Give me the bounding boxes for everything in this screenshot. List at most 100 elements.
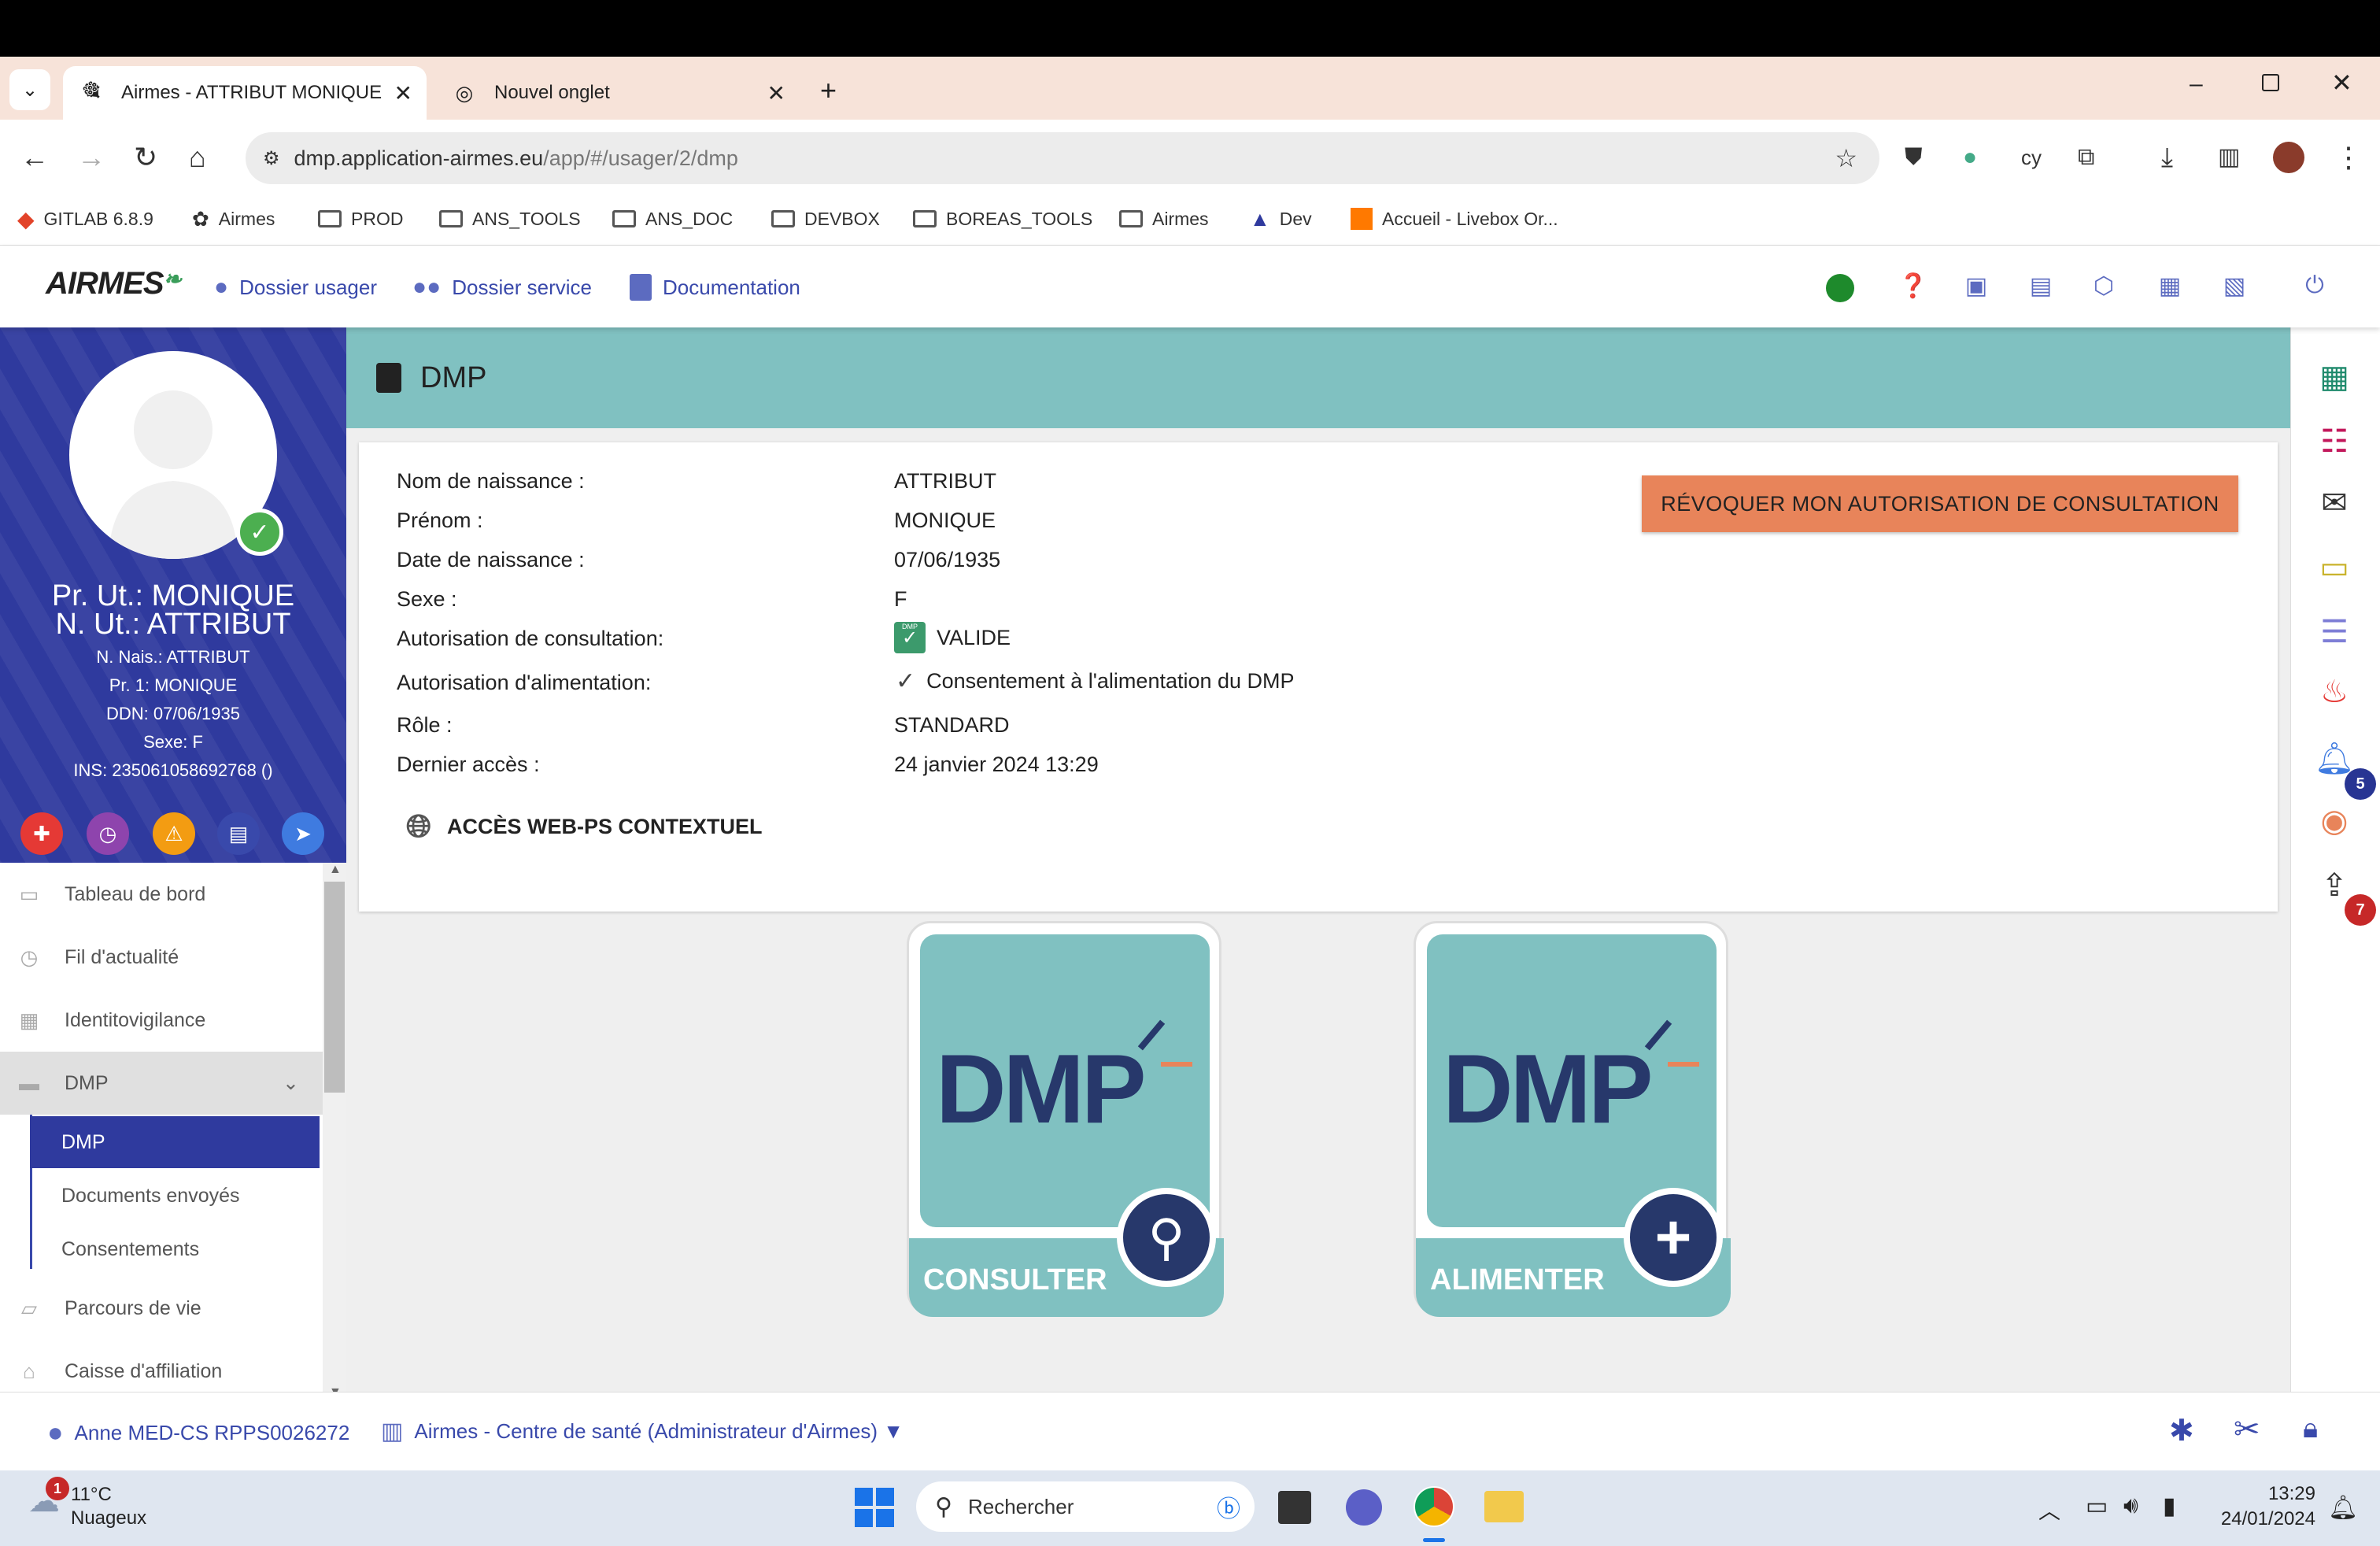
clock[interactable]: 13:29 24/01/2024 bbox=[2204, 1481, 2315, 1532]
web-ps-button[interactable]: 🌐︎ ACCÈS WEB-PS CONTEXTUEL bbox=[406, 798, 763, 855]
menu-icon[interactable]: ⋮ bbox=[2334, 142, 2363, 173]
sidebar-item-tableau-de-bord[interactable]: ▭ Tableau de bord bbox=[0, 863, 323, 926]
orange-icon bbox=[1351, 208, 1373, 230]
documentation-link[interactable]: Documentation bbox=[630, 274, 800, 301]
revoke-authorization-button[interactable]: RÉVOQUER MON AUTORISATION DE CONSULTATIO… bbox=[1642, 475, 2238, 532]
folder-icon bbox=[318, 210, 342, 227]
folder-icon bbox=[771, 210, 795, 227]
bookmark-livebox[interactable]: Accueil - Livebox Or... bbox=[1351, 203, 1558, 235]
monitor-icon: ▭ bbox=[19, 882, 39, 906]
lock-icon[interactable]: 🔒︎ bbox=[2303, 1411, 2318, 1445]
windows-start-icon[interactable] bbox=[855, 1488, 894, 1527]
bug-icon[interactable]: ✱ bbox=[2169, 1413, 2194, 1448]
dmp-logo: DMP bbox=[936, 1035, 1147, 1144]
field-label: Nom de naissance : bbox=[397, 469, 585, 493]
task-view-icon[interactable] bbox=[1278, 1491, 1311, 1524]
sidebar-item-identitovigilance[interactable]: ▦ Identitovigilance bbox=[0, 989, 323, 1052]
sidebar-item-dmp[interactable]: ▬ DMP ⌄ bbox=[0, 1052, 323, 1115]
restore-icon[interactable] bbox=[2262, 74, 2279, 91]
broadcast-icon[interactable]: ◉ bbox=[2313, 803, 2356, 845]
cube-icon[interactable]: ⬡ bbox=[2090, 272, 2117, 301]
scroll-up-icon[interactable]: ▲ bbox=[329, 863, 342, 877]
dmp-consulter-tile[interactable]: DMP CONSULTER ⚲ bbox=[907, 921, 1224, 1317]
minimize-icon[interactable]: – bbox=[2190, 71, 2203, 98]
bookmark-gitlab[interactable]: ◆ GITLAB 6.8.9 bbox=[17, 203, 153, 235]
airmes-logo[interactable]: AIRMES❧ bbox=[46, 266, 182, 301]
close-window-icon[interactable]: ✕ bbox=[2331, 68, 2352, 98]
sidepanel-icon[interactable]: ▥ bbox=[2218, 142, 2240, 173]
bookmark-devbox[interactable]: DEVBOX bbox=[771, 203, 880, 235]
checklist-icon[interactable]: ☷ bbox=[2313, 423, 2356, 466]
bookmark-ans-doc[interactable]: ANS_DOC bbox=[612, 203, 733, 235]
clipboard-icon bbox=[376, 363, 401, 393]
taskbar-search[interactable]: ⚲ Rechercher ⓑ bbox=[916, 1481, 1255, 1532]
top-black-bar bbox=[0, 0, 2380, 57]
address-bar[interactable]: ⚙ dmp.application-airmes.eu /app/#/usage… bbox=[246, 132, 1879, 184]
download-icon[interactable]: ⤓ bbox=[2161, 142, 2173, 173]
extension-icon[interactable]: ● bbox=[1963, 142, 1977, 173]
id-card-icon[interactable]: ▣ bbox=[1963, 272, 1990, 301]
bookmark-prod[interactable]: PROD bbox=[318, 203, 403, 235]
chrome-icon[interactable] bbox=[1414, 1486, 1454, 1527]
warning-icon[interactable]: ⚠ bbox=[153, 812, 195, 855]
document-icon[interactable]: ▤ bbox=[2027, 272, 2054, 301]
teams-icon[interactable] bbox=[1346, 1489, 1382, 1526]
close-tab-icon[interactable]: ✕ bbox=[767, 80, 785, 106]
bookmark-ans-tools[interactable]: ANS_TOOLS bbox=[439, 203, 581, 235]
extensions-puzzle-icon[interactable]: ⧉ bbox=[2078, 142, 2094, 173]
clock-icon[interactable]: ◷ bbox=[87, 812, 129, 855]
fire-icon[interactable]: ♨ bbox=[2313, 674, 2356, 716]
patient-detail: Pr. 1: MONIQUE bbox=[109, 675, 238, 695]
clipboard-icon[interactable]: ▤ bbox=[217, 812, 260, 855]
help-icon[interactable]: ❓ bbox=[1898, 272, 1927, 301]
bookmark-dev[interactable]: ▲ Dev bbox=[1250, 203, 1312, 235]
close-tab-icon[interactable]: ✕ bbox=[394, 80, 412, 106]
list-icon[interactable]: ☰ bbox=[2313, 614, 2356, 656]
reload-icon[interactable]: ↻ bbox=[134, 142, 157, 173]
tab-search-button[interactable]: ⌄ bbox=[9, 69, 50, 110]
bookmark-airmes[interactable]: ✿ Airmes bbox=[192, 203, 275, 235]
calendar-icon[interactable]: ▦ bbox=[2313, 359, 2356, 401]
submenu-item-consentements[interactable]: Consentements bbox=[30, 1223, 320, 1275]
bookmark-airmes-folder[interactable]: Airmes bbox=[1119, 203, 1209, 235]
sidebar-scrollbar[interactable]: ▲ ▼ bbox=[323, 863, 346, 1392]
extension-icon[interactable]: cy bbox=[2021, 142, 2042, 173]
user-info[interactable]: ● Anne MED-CS RPPS0026272 bbox=[47, 1418, 349, 1448]
network-icon[interactable]: ▭ bbox=[2086, 1492, 2108, 1520]
briefcase-icon[interactable]: ▭ bbox=[2313, 549, 2356, 592]
power-icon[interactable]: ⏻ bbox=[2301, 272, 2328, 301]
new-tab-icon[interactable]: + bbox=[820, 74, 837, 107]
profile-avatar[interactable] bbox=[2273, 142, 2304, 173]
back-icon[interactable]: ← bbox=[20, 142, 49, 173]
submenu-item-documents-envoyes[interactable]: Documents envoyés bbox=[30, 1170, 320, 1222]
medical-icon[interactable]: ✚ bbox=[20, 812, 63, 855]
tab-new[interactable]: ◎ Nouvel onglet ✕ bbox=[436, 66, 800, 120]
file-explorer-icon[interactable] bbox=[1484, 1491, 1524, 1522]
calendar-icon[interactable]: ▦ bbox=[2156, 272, 2183, 301]
home-icon[interactable]: ⌂ bbox=[189, 142, 206, 173]
dossier-service-link[interactable]: ●● Dossier service bbox=[412, 274, 592, 301]
bookmark-boreas-tools[interactable]: BOREAS_TOOLS bbox=[913, 203, 1092, 235]
site-info-icon[interactable]: ⚙ bbox=[263, 147, 280, 170]
sidebar-item-parcours-de-vie[interactable]: ▱ Parcours de vie bbox=[0, 1277, 323, 1340]
extension-icon[interactable]: ⛊ bbox=[1905, 142, 1923, 173]
battery-icon[interactable]: ▮ bbox=[2163, 1492, 2176, 1520]
sidebar-item-caisse-affiliation[interactable]: ⌂ Caisse d'affiliation bbox=[0, 1340, 323, 1392]
scroll-down-icon[interactable]: ▼ bbox=[329, 1385, 342, 1392]
submenu-item-dmp[interactable]: DMP bbox=[30, 1116, 320, 1168]
dmp-alimenter-tile[interactable]: DMP ALIMENTER + bbox=[1414, 921, 1731, 1317]
bookmark-star-icon[interactable]: ☆ bbox=[1835, 143, 1857, 173]
contact-book-icon[interactable]: ▧ bbox=[2221, 272, 2248, 301]
send-icon[interactable]: ➤ bbox=[282, 812, 324, 855]
dossier-usager-link[interactable]: ● Dossier usager bbox=[214, 274, 377, 301]
tab-airmes[interactable]: 🎕 Airmes - ATTRIBUT MONIQUE ✕ bbox=[63, 66, 427, 120]
scrollbar-thumb[interactable] bbox=[324, 882, 345, 1093]
forward-icon[interactable]: → bbox=[77, 142, 105, 173]
structure-selector[interactable]: ▥ Airmes - Centre de santé (Administrate… bbox=[381, 1418, 904, 1445]
tray-chevron-icon[interactable]: ︿ bbox=[2038, 1494, 2060, 1526]
sidebar-item-fil-actualite[interactable]: ◷ Fil d'actualité bbox=[0, 926, 323, 989]
tools-icon[interactable]: ✂ bbox=[2234, 1411, 2260, 1448]
volume-icon[interactable]: 🔊︎ bbox=[2123, 1492, 2138, 1519]
notifications-bell-icon[interactable]: 🔔︎ bbox=[2328, 1494, 2358, 1522]
mail-icon[interactable]: ✉ bbox=[2313, 485, 2356, 527]
